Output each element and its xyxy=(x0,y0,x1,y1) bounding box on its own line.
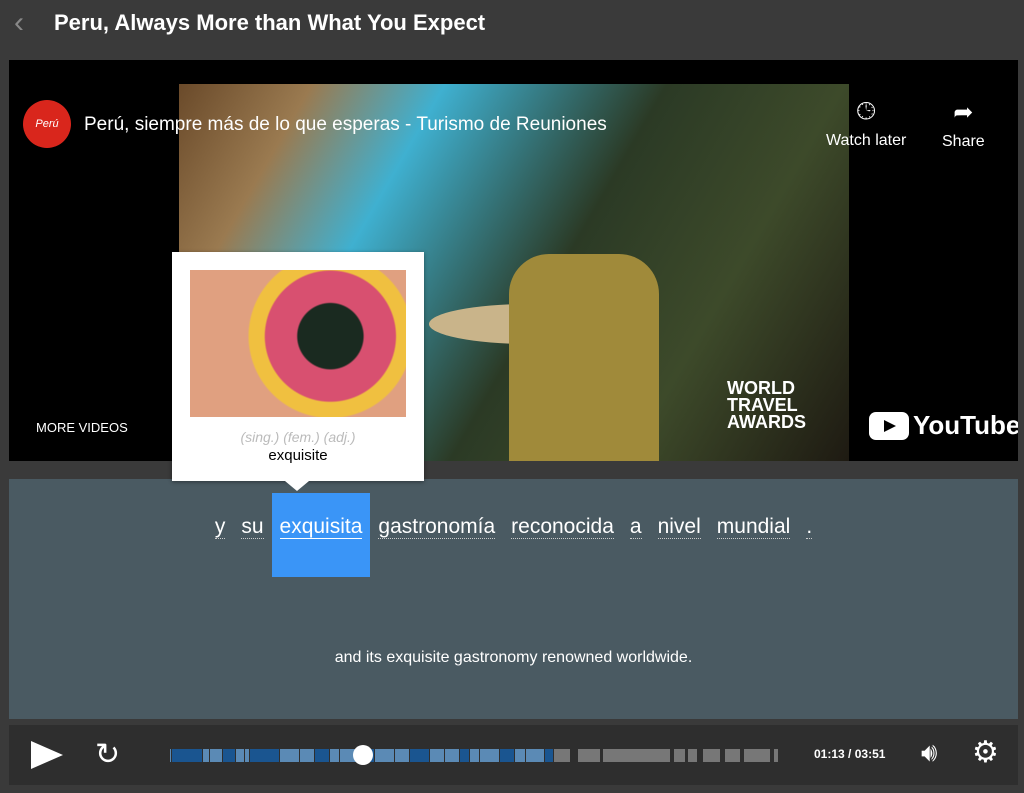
progress-segment xyxy=(515,749,525,762)
progress-segment xyxy=(245,749,249,762)
part-of-speech: (sing.) (fem.) (adj.) xyxy=(240,429,356,445)
progress-segment xyxy=(480,749,499,762)
more-videos-button[interactable]: MORE VIDEOS xyxy=(36,420,128,435)
subtitle-words: y su exquisita gastronomía reconocida a nivel m… xyxy=(9,493,1018,577)
progress-segment xyxy=(210,749,222,762)
video-player[interactable]: Perú Perú, siempre más de lo que esperas… xyxy=(9,60,1018,461)
subtitle-word[interactable]: . xyxy=(798,493,820,577)
progress-segment xyxy=(410,749,429,762)
channel-logo[interactable]: Perú xyxy=(23,100,71,148)
subtitle-word-text: reconocida xyxy=(511,515,614,539)
subtitle-word-text: . xyxy=(806,515,813,539)
progress-bar[interactable] xyxy=(170,745,780,765)
progress-segment xyxy=(526,749,544,762)
word-image xyxy=(190,270,406,417)
subtitle-word-text: y xyxy=(214,515,226,539)
progress-segment xyxy=(172,749,202,762)
subtitle-word-text: mundial xyxy=(716,515,791,539)
progress-segment xyxy=(330,749,339,762)
word-popup: (sing.) (fem.) (adj.) exquisite xyxy=(172,252,424,491)
progress-segment xyxy=(460,749,469,762)
progress-segment xyxy=(430,749,444,762)
subtitle-word-text: su xyxy=(241,515,264,539)
video-title[interactable]: Perú, siempre más de lo que esperas - Tu… xyxy=(84,114,607,136)
volume-icon[interactable]: 🔊︎ xyxy=(921,737,937,769)
subtitle-word[interactable]: su xyxy=(233,493,271,577)
progress-segment xyxy=(395,749,409,762)
subtitle-word[interactable]: nivel xyxy=(650,493,709,577)
progress-segment xyxy=(500,749,514,762)
youtube-label: YouTube xyxy=(913,410,1018,440)
progress-segment-unplayed xyxy=(674,749,685,762)
progress-segment xyxy=(280,749,299,762)
progress-segment-unplayed xyxy=(688,749,697,762)
word-translation: exquisite xyxy=(268,447,328,464)
world-travel-awards-logo: WORLD TRAVEL AWARDS xyxy=(727,378,807,432)
subtitle-word-text: gastronomía xyxy=(378,515,496,539)
subtitle-word-text: nivel xyxy=(657,515,701,539)
progress-segment xyxy=(223,749,235,762)
progress-thumb[interactable] xyxy=(352,745,373,765)
subtitle-word[interactable]: a xyxy=(622,493,650,577)
page-title: Peru, Always More than What You Expect xyxy=(54,10,486,35)
player-controls: ↻ 01:13 / 03:51 🔊︎ ⚙︎ xyxy=(9,725,1018,785)
progress-segment-unplayed xyxy=(603,749,670,762)
youtube-play-icon xyxy=(869,411,909,440)
time-display: 01:13 / 03:51 xyxy=(814,747,885,761)
progress-segment-unplayed xyxy=(554,749,570,762)
gear-icon[interactable]: ⚙︎ xyxy=(972,735,999,770)
progress-segment-unplayed xyxy=(744,749,770,762)
subtitle-translation: and its exquisite gastronomy renowned wo… xyxy=(334,649,693,666)
watch-later-label: Watch later xyxy=(826,132,907,149)
subtitle-word[interactable]: gastronomía xyxy=(370,493,503,577)
subtitle-word-text: exquisita xyxy=(279,515,363,539)
progress-segment-unplayed xyxy=(578,749,600,762)
progress-segment xyxy=(236,749,244,762)
back-chevron-icon[interactable]: ‹ xyxy=(2,3,36,43)
progress-segment xyxy=(545,749,554,762)
clock-icon: 🕒︎ xyxy=(856,98,876,125)
share-button[interactable]: ➦ Share xyxy=(942,98,985,151)
progress-segment-unplayed xyxy=(725,749,740,762)
subtitle-word[interactable]: y xyxy=(207,493,234,577)
progress-segment-unplayed xyxy=(703,749,720,762)
progress-segment xyxy=(470,749,479,762)
time-separator: / xyxy=(848,747,852,761)
play-icon[interactable] xyxy=(31,741,63,769)
progress-segment xyxy=(315,749,329,762)
progress-segment xyxy=(445,749,459,762)
youtube-logo[interactable]: YouTube xyxy=(869,410,1018,441)
progress-segment-unplayed xyxy=(774,749,778,762)
progress-segment xyxy=(250,749,279,762)
header: ‹ Peru, Always More than What You Expect xyxy=(0,0,1024,46)
subtitle-panel: y su exquisita gastronomía reconocida a nivel m… xyxy=(9,479,1018,719)
subtitle-word[interactable]: mundial xyxy=(709,493,799,577)
progress-segment xyxy=(203,749,209,762)
duration: 03:51 xyxy=(854,747,886,761)
share-arrow-icon: ➦ xyxy=(953,99,974,126)
share-label: Share xyxy=(942,133,985,150)
replay-icon[interactable]: ↻ xyxy=(95,737,120,772)
subtitle-word-text: a xyxy=(629,515,642,539)
current-time: 01:13 xyxy=(814,747,845,761)
progress-segment xyxy=(375,749,394,762)
subtitle-word[interactable]: exquisita xyxy=(271,493,371,577)
progress-segment xyxy=(170,749,171,762)
progress-segment xyxy=(300,749,314,762)
subtitle-word[interactable]: reconocida xyxy=(503,493,622,577)
watch-later-button[interactable]: 🕒︎ Watch later xyxy=(826,98,906,150)
